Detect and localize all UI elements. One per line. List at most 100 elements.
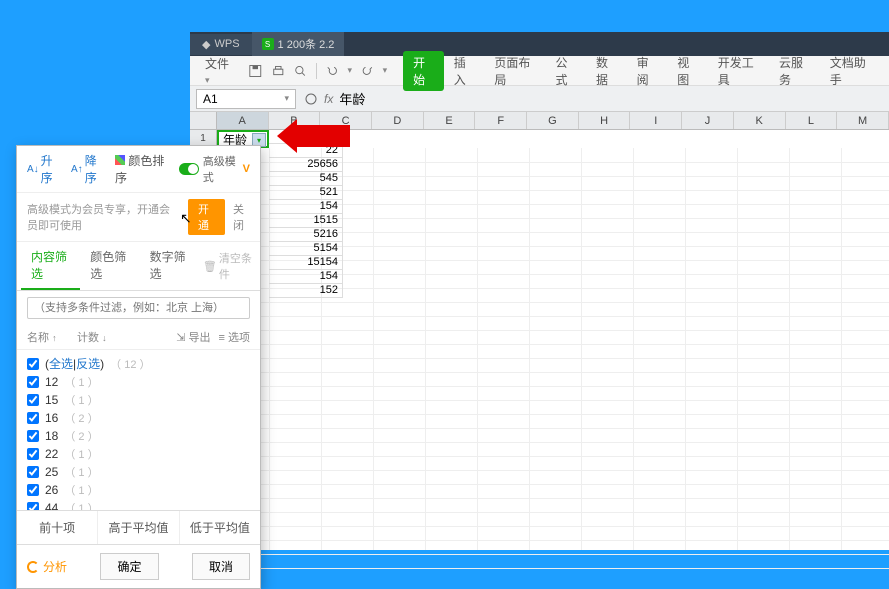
ribbon-tab-view[interactable]: 视图 (667, 50, 708, 92)
invert-link[interactable]: 反选 (76, 357, 100, 371)
options-button[interactable]: ≡ 选项 (219, 329, 250, 345)
filter-item-checkbox[interactable] (27, 394, 39, 406)
ribbon-tab-formula[interactable]: 公式 (545, 50, 586, 92)
select-all-link[interactable]: 全选 (49, 357, 73, 371)
data-cell[interactable]: 5154 (269, 242, 343, 256)
below-avg-button[interactable]: 低于平均值 (180, 511, 260, 544)
select-all-checkbox[interactable] (27, 358, 39, 370)
cancel-button[interactable]: 取消 (192, 553, 250, 580)
formula-input[interactable] (339, 91, 639, 106)
trash-icon: 🗑 (203, 260, 217, 273)
select-all-row[interactable]: (全选|反选) （ 12 ） (27, 354, 250, 373)
col-header-f[interactable]: F (475, 112, 527, 129)
preview-icon[interactable] (293, 63, 308, 79)
filter-item-count: （ 1 ） (64, 392, 98, 408)
above-avg-button[interactable]: 高于平均值 (98, 511, 179, 544)
color-sort-button[interactable]: 颜色排序 (115, 152, 167, 186)
col-header-i[interactable]: I (630, 112, 682, 129)
filter-item-checkbox[interactable] (27, 502, 39, 510)
filter-item[interactable]: 12（ 1 ） (27, 373, 250, 391)
sort-desc-button[interactable]: A↑降序 (71, 152, 103, 186)
analyze-button[interactable]: 分析 (27, 558, 67, 575)
ribbon-tab-cloud[interactable]: 云服务 (769, 50, 820, 92)
file-menu[interactable]: 文件 (198, 52, 240, 89)
toggle-switch-icon[interactable] (179, 163, 199, 175)
redo-icon[interactable] (360, 63, 375, 79)
filter-item-checkbox[interactable] (27, 448, 39, 460)
data-cell[interactable]: 521 (269, 186, 343, 200)
ribbon-tab-review[interactable]: 审阅 (627, 50, 668, 92)
col-header-g[interactable]: G (527, 112, 579, 129)
data-cell[interactable]: 154 (269, 270, 343, 284)
filter-item-value: 26 (45, 483, 58, 497)
tab-document[interactable]: S1 200条 2.2 (252, 32, 345, 56)
export-button[interactable]: ⇲ 导出 (176, 329, 210, 345)
close-tip-button[interactable]: 关闭 (233, 201, 250, 233)
filter-item-value: 12 (45, 375, 58, 389)
sort-asc-button[interactable]: A↓升序 (27, 152, 59, 186)
data-cell[interactable]: 545 (269, 172, 343, 186)
data-cell[interactable]: 154 (269, 200, 343, 214)
col-header-e[interactable]: E (424, 112, 476, 129)
filter-item-checkbox[interactable] (27, 484, 39, 496)
ribbon-tab-start[interactable]: 开始 (403, 51, 444, 91)
redo-dropdown-icon[interactable]: ▾ (383, 65, 388, 76)
undo-dropdown-icon[interactable]: ▾ (348, 65, 353, 76)
col-header-a[interactable]: A (217, 112, 269, 129)
col-count-header[interactable]: 计数 ↓ (77, 329, 127, 345)
undo-icon[interactable] (325, 63, 340, 79)
col-header-j[interactable]: J (682, 112, 734, 129)
function-icon[interactable] (304, 92, 318, 106)
filter-item[interactable]: 25（ 1 ） (27, 463, 250, 481)
clear-conditions-button[interactable]: 🗑清空条件 (199, 242, 256, 290)
ribbon-tab-dev[interactable]: 开发工具 (708, 50, 769, 92)
cells-area[interactable]: 年龄 ▾ 10022256565455211541515521651541515… (217, 130, 889, 550)
ribbon-tab-data[interactable]: 数据 (586, 50, 627, 92)
data-cell[interactable]: 25656 (269, 158, 343, 172)
advanced-mode-toggle[interactable]: 高级模式 V (179, 153, 250, 185)
ribbon-tab-helper[interactable]: 文档助手 (820, 50, 881, 92)
col-header-d[interactable]: D (372, 112, 424, 129)
filter-item[interactable]: 44（ 1 ） (27, 499, 250, 510)
ribbon-tab-insert[interactable]: 插入 (444, 50, 485, 92)
filter-item[interactable]: 26（ 1 ） (27, 481, 250, 499)
select-all-corner[interactable] (190, 112, 217, 129)
tab-color-filter[interactable]: 颜色筛选 (80, 242, 139, 290)
filter-item-checkbox[interactable] (27, 376, 39, 388)
cell-ref-value: A1 (203, 92, 218, 106)
filter-item-checkbox[interactable] (27, 430, 39, 442)
print-icon[interactable] (271, 63, 286, 79)
filter-item-value: 44 (45, 501, 58, 510)
sort-down-icon: ↓ (102, 333, 107, 343)
col-header-m[interactable]: M (837, 112, 889, 129)
data-cell[interactable]: 5216 (269, 228, 343, 242)
data-cell[interactable]: 1515 (269, 214, 343, 228)
col-header-h[interactable]: H (579, 112, 631, 129)
dropdown-icon[interactable]: ▾ (284, 93, 289, 104)
filter-item[interactable]: 15（ 1 ） (27, 391, 250, 409)
col-name-header[interactable]: 名称 ↑ (27, 329, 77, 345)
filter-item[interactable]: 18（ 2 ） (27, 427, 250, 445)
data-cell[interactable]: 152 (269, 284, 343, 298)
filter-item[interactable]: 22（ 1 ） (27, 445, 250, 463)
col-header-k[interactable]: K (734, 112, 786, 129)
tab-content-filter[interactable]: 内容筛选 (21, 242, 80, 290)
cell-reference-box[interactable]: A1 ▾ (196, 89, 296, 109)
col-header-l[interactable]: L (786, 112, 838, 129)
save-icon[interactable] (248, 63, 263, 79)
ok-button[interactable]: 确定 (100, 553, 158, 580)
filter-item-checkbox[interactable] (27, 466, 39, 478)
filter-search-input[interactable] (27, 297, 250, 319)
advanced-mode-label: 高级模式 (203, 153, 239, 185)
filter-item-count: （ 1 ） (64, 464, 98, 480)
ribbon-tab-layout[interactable]: 页面布局 (484, 50, 545, 92)
filter-item-count: （ 1 ） (64, 446, 98, 462)
filter-item[interactable]: 16（ 2 ） (27, 409, 250, 427)
tab-number-filter[interactable]: 数字筛选 (140, 242, 199, 290)
data-cell[interactable]: 15154 (269, 256, 343, 270)
open-membership-button[interactable]: 开通 (188, 199, 225, 235)
top-ten-button[interactable]: 前十项 (17, 511, 98, 544)
filter-item-checkbox[interactable] (27, 412, 39, 424)
wps-logo-icon: ◆ (202, 38, 210, 51)
spreadsheet-grid: A B C D E F G H I J K L M 1 年龄 ▾ (190, 112, 889, 550)
